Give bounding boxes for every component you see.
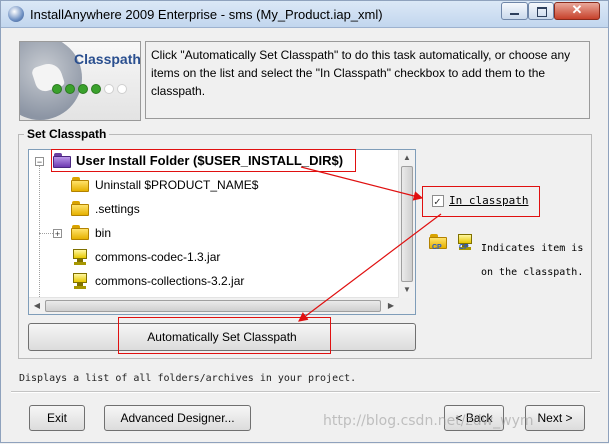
installer-window: InstallAnywhere 2009 Enterprise - sms (M… bbox=[0, 0, 609, 443]
arrow-to-checkbox bbox=[300, 166, 424, 201]
annotation-arrows bbox=[298, 166, 442, 322]
arrow-to-button bbox=[298, 213, 442, 322]
watermark: http://blog.csdn.net/zdw_wym bbox=[323, 413, 534, 429]
